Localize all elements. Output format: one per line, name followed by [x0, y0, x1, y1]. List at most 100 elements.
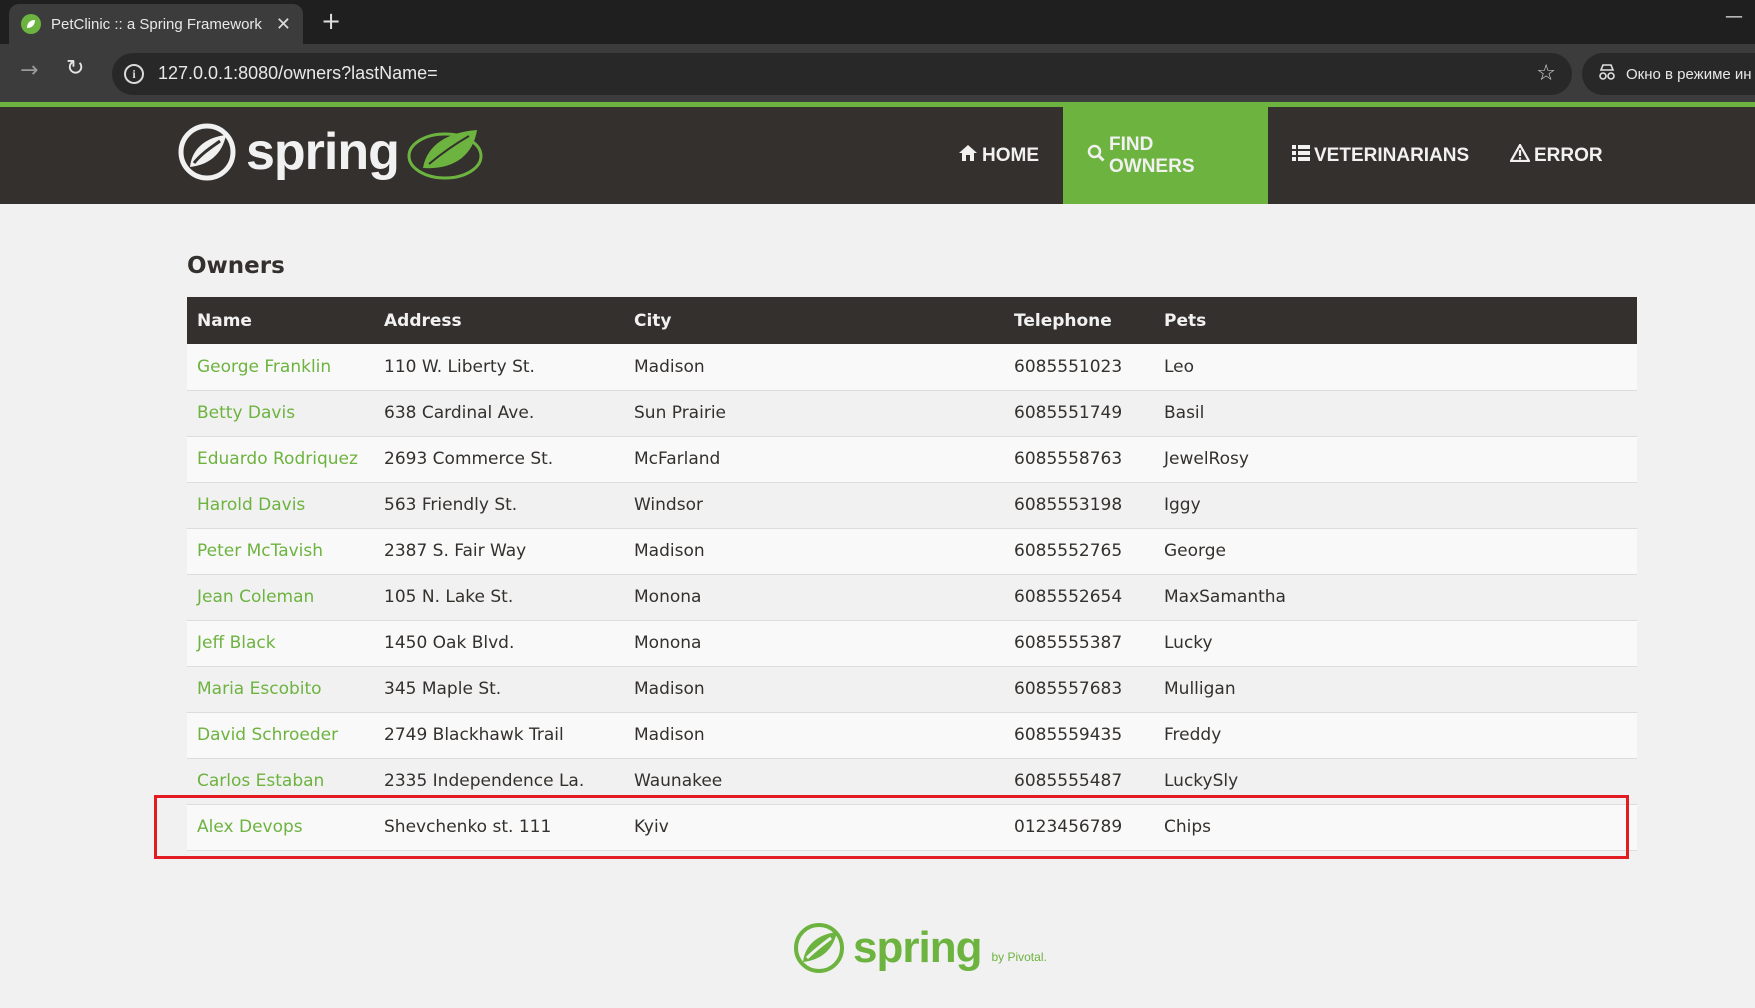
owner-city-cell: Windsor — [634, 495, 703, 515]
tab-close-icon[interactable]: ✕ — [276, 14, 291, 35]
owner-city-cell: Madison — [634, 679, 705, 699]
owner-telephone-cell: 6085558763 — [1014, 449, 1123, 469]
owner-name-link[interactable]: Maria Escobito — [197, 679, 322, 699]
owner-name-cell: George Franklin — [187, 344, 374, 390]
owner-name-cell: Eduardo Rodriquez — [187, 436, 374, 482]
browser-tab-bar: PetClinic :: a Spring Framework ✕ + — — [0, 0, 1755, 44]
owner-name-cell: Jean Coleman — [187, 574, 374, 620]
owner-city-cell: Madison — [634, 541, 705, 561]
owner-address-cell: 1450 Oak Blvd. — [384, 633, 515, 653]
table-row: Jean Coleman 105 N. Lake St. Monona 6085552… — [187, 574, 1637, 620]
owner-telephone-cell: 6085555387 — [1014, 633, 1123, 653]
nav-find-owners[interactable]: FIND OWNERS — [1063, 107, 1268, 204]
owner-name-link[interactable]: Betty Davis — [197, 403, 295, 423]
forward-arrow-icon[interactable]: → — [20, 58, 38, 83]
owner-pets-cell: MaxSamantha — [1164, 587, 1286, 607]
petclinic-leaf-icon — [407, 130, 483, 180]
column-header-telephone: Telephone — [1014, 310, 1112, 331]
owner-name-link[interactable]: Eduardo Rodriquez — [197, 449, 358, 469]
owner-name-cell: Maria Escobito — [187, 666, 374, 712]
owner-address-cell: 638 Cardinal Ave. — [384, 403, 535, 423]
owner-city-cell: Monona — [634, 587, 702, 607]
footer-by-pivotal: by Pivotal. — [991, 950, 1047, 964]
owner-pets-cell: JewelRosy — [1164, 449, 1249, 469]
footer-wordmark: spring — [853, 923, 982, 972]
column-header-address: Address — [384, 310, 462, 331]
owner-telephone-cell: 6085559435 — [1014, 725, 1123, 745]
owner-city-cell: McFarland — [634, 449, 721, 469]
owner-address-cell: 2693 Commerce St. — [384, 449, 554, 469]
column-header-pets: Pets — [1164, 310, 1207, 331]
incognito-icon — [1598, 64, 1616, 84]
owner-address-cell: 563 Friendly St. — [384, 495, 518, 515]
tab-title: PetClinic :: a Spring Framework — [51, 15, 262, 33]
minimize-button[interactable]: — — [1725, 6, 1743, 27]
owner-name-link[interactable]: Peter McTavish — [197, 541, 323, 561]
owner-name-cell: Jeff Black — [187, 620, 374, 666]
site-info-icon[interactable]: i — [124, 64, 144, 84]
site-navbar: spring HOME FIND OWNERS VETERINARIANS ER… — [0, 102, 1755, 204]
owner-name-link[interactable]: Harold Davis — [197, 495, 305, 515]
owner-name-link[interactable]: Jeff Black — [197, 633, 276, 653]
table-row: Jeff Black 1450 Oak Blvd. Monona 6085555387… — [187, 620, 1637, 666]
column-header-name: Name — [197, 310, 252, 331]
owner-name-cell: Peter McTavish — [187, 528, 374, 574]
table-row: Betty Davis 638 Cardinal Ave. Sun Prairie 6… — [187, 390, 1637, 436]
nav-home-label: HOME — [982, 144, 1039, 166]
highlight-box — [154, 795, 1629, 859]
owner-name-link[interactable]: George Franklin — [197, 357, 331, 377]
table-row: David Schroeder 2749 Blackhawk Trail Madis… — [187, 712, 1637, 758]
owner-pets-cell: Mulligan — [1164, 679, 1236, 699]
warning-icon — [1509, 142, 1531, 168]
browser-tab[interactable]: PetClinic :: a Spring Framework ✕ — [9, 4, 303, 44]
owner-telephone-cell: 6085557683 — [1014, 679, 1123, 699]
nav-error-label: ERROR — [1534, 144, 1603, 166]
list-icon — [1292, 144, 1310, 167]
incognito-label: Окно в режиме ин — [1626, 65, 1752, 83]
owner-city-cell: Madison — [634, 356, 705, 377]
nav-veterinarians-label: VETERINARIANS — [1314, 144, 1470, 166]
owner-telephone-cell: 6085551023 — [1014, 356, 1123, 377]
owner-pets-cell: Leo — [1164, 356, 1195, 377]
owner-address-cell: 2749 Blackhawk Trail — [384, 725, 564, 745]
owner-city-cell: Madison — [634, 725, 705, 745]
nav-error[interactable]: ERROR — [1486, 107, 1627, 204]
url-text[interactable]: 127.0.0.1:8080/owners?lastName= — [158, 63, 438, 84]
page-title: Owners — [187, 253, 285, 279]
table-row: Eduardo Rodriquez 2693 Commerce St. McFarl… — [187, 436, 1637, 482]
footer-spring-logo: spring by Pivotal. — [793, 922, 1047, 974]
owner-city-cell: Monona — [634, 633, 702, 653]
owner-name-link[interactable]: Carlos Estaban — [197, 771, 324, 791]
browser-toolbar: → ↻ i 127.0.0.1:8080/owners?lastName= ☆ … — [0, 44, 1755, 102]
table-row: Peter McTavish 2387 S. Fair Way Madison 608… — [187, 528, 1637, 574]
spring-swirl-icon — [178, 123, 236, 181]
owner-name-link[interactable]: David Schroeder — [197, 725, 338, 745]
owner-pets-cell: Iggy — [1164, 495, 1201, 515]
owner-telephone-cell: 6085552654 — [1014, 587, 1123, 607]
home-icon — [958, 144, 978, 168]
spring-logo[interactable]: spring — [178, 122, 485, 182]
owner-name-link[interactable]: Jean Coleman — [197, 587, 314, 607]
table-row: George Franklin 110 W. Liberty St. Madison… — [187, 344, 1637, 390]
owner-address-cell: 110 W. Liberty St. — [384, 356, 535, 377]
table-row: Harold Davis 563 Friendly St. Windsor 60855… — [187, 482, 1637, 528]
owner-name-cell: David Schroeder — [187, 712, 374, 758]
search-icon — [1087, 144, 1105, 168]
incognito-indicator[interactable]: Окно в режиме ин — [1582, 53, 1755, 95]
new-tab-button[interactable]: + — [316, 6, 346, 36]
spring-footer-swirl-icon — [794, 923, 844, 973]
nav-veterinarians[interactable]: VETERINARIANS — [1268, 107, 1493, 204]
owner-address-cell: 345 Maple St. — [384, 679, 502, 699]
owner-pets-cell: George — [1164, 541, 1226, 561]
column-header-city: City — [634, 310, 672, 331]
nav-home[interactable]: HOME — [934, 107, 1063, 204]
table-header-row: Name Address City Telephone Pets — [187, 297, 1637, 344]
owner-pets-cell: Lucky — [1164, 633, 1213, 653]
owner-pets-cell: Freddy — [1164, 725, 1222, 745]
bookmark-star-icon[interactable]: ☆ — [1536, 61, 1556, 86]
owner-address-cell: 105 N. Lake St. — [384, 587, 514, 607]
reload-icon[interactable]: ↻ — [66, 56, 84, 81]
nav-find-owners-label: FIND OWNERS — [1109, 133, 1195, 177]
owner-name-cell: Betty Davis — [187, 390, 374, 436]
address-bar[interactable]: i 127.0.0.1:8080/owners?lastName= ☆ — [112, 53, 1572, 95]
